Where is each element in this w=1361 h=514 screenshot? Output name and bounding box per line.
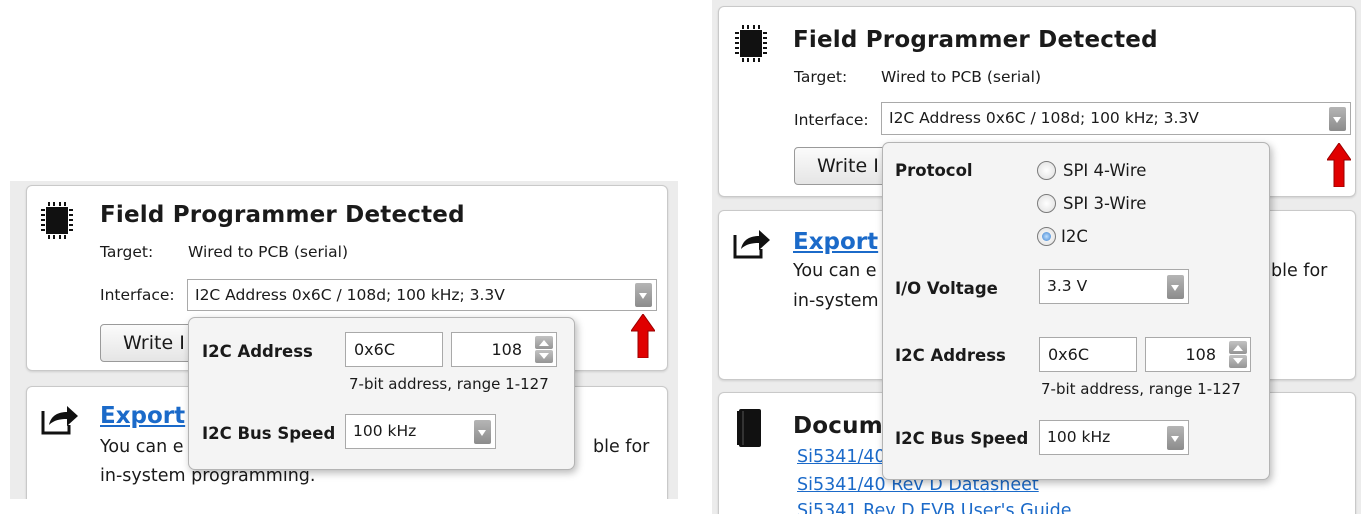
target-value: Wired to PCB (serial): [188, 243, 349, 261]
target-label: Target:: [794, 68, 848, 86]
radio-i2c[interactable]: [1037, 227, 1056, 246]
io-voltage-value: 3.3 V: [1047, 277, 1088, 295]
protocol-label: Protocol: [895, 161, 973, 180]
interface-settings-popup: Protocol SPI 4-Wire SPI 3-Wire I2C I/O V…: [882, 142, 1270, 480]
export-description-line2: in-system: [793, 291, 879, 311]
radio-spi-4-wire[interactable]: [1037, 161, 1056, 180]
radio-spi-3-wire-label: SPI 3-Wire: [1063, 194, 1147, 213]
red-up-arrow-icon: [631, 314, 655, 358]
export-link[interactable]: Export: [793, 229, 878, 255]
increment-icon[interactable]: [535, 336, 553, 349]
chip-icon: [41, 202, 73, 239]
i2c-settings-popup: I2C Address 0x6C 108 7-bit address, rang…: [188, 317, 575, 470]
target-label: Target:: [100, 243, 154, 261]
i2c-bus-speed-label: I2C Bus Speed: [202, 424, 336, 443]
chevron-down-icon[interactable]: [1329, 106, 1346, 131]
interface-value: I2C Address 0x6C / 108d; 100 kHz; 3.3V: [195, 286, 505, 304]
book-icon: [737, 409, 761, 447]
export-link[interactable]: Export: [100, 403, 185, 429]
red-up-arrow-icon: [1327, 143, 1351, 187]
export-icon: [41, 406, 78, 435]
i2c-address-dec-stepper[interactable]: 108: [1145, 337, 1251, 372]
i2c-address-dec-stepper[interactable]: 108: [451, 332, 557, 367]
chevron-down-icon[interactable]: [635, 283, 652, 307]
write-button-label: Write I: [123, 332, 185, 354]
chevron-down-icon[interactable]: [474, 419, 491, 444]
i2c-address-dec-value: 108: [1185, 345, 1216, 364]
i2c-bus-speed-label: I2C Bus Speed: [895, 429, 1029, 448]
write-button[interactable]: Write I: [794, 147, 894, 185]
radio-i2c-label: I2C: [1061, 227, 1088, 246]
i2c-address-hex-input[interactable]: 0x6C: [1039, 337, 1137, 372]
export-description-end: ble for: [593, 437, 650, 457]
i2c-bus-speed-dropdown[interactable]: 100 kHz: [1039, 420, 1189, 455]
radio-spi-4-wire-label: SPI 4-Wire: [1063, 161, 1147, 180]
i2c-address-dec-value: 108: [491, 340, 522, 359]
i2c-address-note: 7-bit address, range 1-127: [1041, 380, 1241, 398]
chevron-down-icon[interactable]: [1167, 425, 1184, 450]
interface-dropdown[interactable]: I2C Address 0x6C / 108d; 100 kHz; 3.3V: [881, 102, 1351, 135]
export-icon: [733, 230, 770, 259]
radio-spi-3-wire[interactable]: [1037, 194, 1056, 213]
right-screenshot: Field Programmer Detected Target: Wired …: [712, 0, 1361, 514]
decrement-icon[interactable]: [535, 350, 553, 363]
interface-value: I2C Address 0x6C / 108d; 100 kHz; 3.3V: [889, 109, 1199, 127]
write-button-label: Write I: [817, 155, 879, 177]
programmer-title: Field Programmer Detected: [100, 202, 465, 228]
i2c-bus-speed-dropdown[interactable]: 100 kHz: [345, 414, 496, 449]
stepper-buttons[interactable]: [535, 336, 553, 363]
i2c-address-hex-input[interactable]: 0x6C: [345, 332, 443, 367]
increment-icon[interactable]: [1229, 341, 1247, 354]
i2c-bus-speed-value: 100 kHz: [1047, 428, 1111, 446]
i2c-bus-speed-value: 100 kHz: [353, 422, 417, 440]
doc-link-1[interactable]: Si5341/40: [797, 447, 886, 467]
write-button[interactable]: Write I: [100, 324, 200, 362]
chevron-down-icon[interactable]: [1167, 274, 1184, 299]
interface-dropdown[interactable]: I2C Address 0x6C / 108d; 100 kHz; 3.3V: [187, 279, 657, 311]
interface-label: Interface:: [100, 286, 175, 304]
programmer-title: Field Programmer Detected: [793, 27, 1158, 53]
chip-icon: [735, 25, 767, 62]
export-description-end: ble for: [1271, 261, 1328, 281]
io-voltage-label: I/O Voltage: [895, 279, 998, 298]
stepper-buttons[interactable]: [1229, 341, 1247, 368]
i2c-address-note: 7-bit address, range 1-127: [349, 375, 549, 393]
left-screenshot: Field Programmer Detected Target: Wired …: [10, 181, 678, 499]
interface-label: Interface:: [794, 111, 869, 129]
decrement-icon[interactable]: [1229, 355, 1247, 368]
target-value: Wired to PCB (serial): [881, 68, 1042, 86]
export-description-start: You can e: [100, 437, 184, 457]
io-voltage-dropdown[interactable]: 3.3 V: [1039, 269, 1189, 304]
doc-link-user-guide[interactable]: Si5341 Rev D EVB User's Guide: [797, 501, 1072, 514]
i2c-address-label: I2C Address: [895, 346, 1006, 365]
i2c-address-label: I2C Address: [202, 342, 313, 361]
documentation-title: Docum: [793, 413, 883, 439]
export-description-start: You can e: [793, 261, 877, 281]
